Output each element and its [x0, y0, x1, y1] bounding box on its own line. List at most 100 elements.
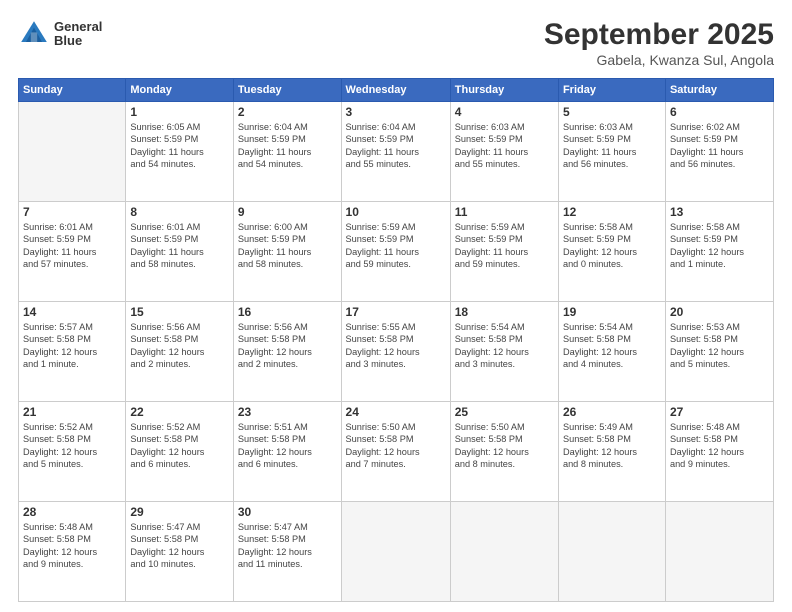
location-subtitle: Gabela, Kwanza Sul, Angola — [544, 52, 774, 68]
day-info: Sunrise: 5:57 AMSunset: 5:58 PMDaylight:… — [23, 321, 121, 371]
weekday-header-sunday: Sunday — [19, 79, 126, 102]
calendar-cell — [19, 102, 126, 202]
calendar-cell: 30Sunrise: 5:47 AMSunset: 5:58 PMDayligh… — [233, 502, 341, 602]
day-number: 4 — [455, 105, 554, 119]
week-row-1: 1Sunrise: 6:05 AMSunset: 5:59 PMDaylight… — [19, 102, 774, 202]
logo-icon — [18, 18, 50, 50]
calendar-cell: 2Sunrise: 6:04 AMSunset: 5:59 PMDaylight… — [233, 102, 341, 202]
day-number: 30 — [238, 505, 337, 519]
day-info: Sunrise: 5:48 AMSunset: 5:58 PMDaylight:… — [670, 421, 769, 471]
calendar-cell: 1Sunrise: 6:05 AMSunset: 5:59 PMDaylight… — [126, 102, 234, 202]
logo: General Blue — [18, 18, 102, 50]
calendar-cell: 28 Sunrise: 5:48 AMSunset: 5:58 PMDayligh… — [19, 502, 126, 602]
day-number: 13 — [670, 205, 769, 219]
calendar-cell: 6 Sunrise: 6:02 AMSunset: 5:59 PMDaylight… — [665, 102, 773, 202]
day-number: 5 — [563, 105, 661, 119]
day-number: 15 — [130, 305, 229, 319]
day-info: Sunrise: 6:03 AMSunset: 5:59 PMDaylight:… — [455, 121, 554, 171]
calendar-cell — [665, 502, 773, 602]
month-title: September 2025 — [544, 18, 774, 52]
calendar-cell: 11 Sunrise: 5:59 AMSunset: 5:59 PMDayligh… — [450, 202, 558, 302]
title-block: September 2025 Gabela, Kwanza Sul, Angol… — [544, 18, 774, 68]
day-number: 12 — [563, 205, 661, 219]
calendar-cell: 8 Sunrise: 6:01 AMSunset: 5:59 PMDaylight… — [126, 202, 234, 302]
day-number: 25 — [455, 405, 554, 419]
week-row-2: 7 Sunrise: 6:01 AMSunset: 5:59 PMDaylight… — [19, 202, 774, 302]
day-number: 7 — [23, 205, 121, 219]
day-info: Sunrise: 5:56 AMSunset: 5:58 PMDaylight:… — [238, 321, 337, 371]
day-info: Sunrise: 5:53 AMSunset: 5:58 PMDaylight:… — [670, 321, 769, 371]
day-number: 3 — [346, 105, 446, 119]
day-info: Sunrise: 5:56 AMSunset: 5:58 PMDaylight:… — [130, 321, 229, 371]
day-info: Sunrise: 6:00 AMSunset: 5:59 PMDaylight:… — [238, 221, 337, 271]
day-info: Sunrise: 5:52 AMSunset: 5:58 PMDaylight:… — [23, 421, 121, 471]
page: General Blue September 2025 Gabela, Kwan… — [0, 0, 792, 612]
day-info: Sunrise: 5:51 AMSunset: 5:58 PMDaylight:… — [238, 421, 337, 471]
calendar-cell: 5Sunrise: 6:03 AMSunset: 5:59 PMDaylight… — [558, 102, 665, 202]
day-number: 9 — [238, 205, 337, 219]
day-info: Sunrise: 6:01 AMSunset: 5:59 PMDaylight:… — [130, 221, 229, 271]
day-info: Sunrise: 5:58 AMSunset: 5:59 PMDaylight:… — [563, 221, 661, 271]
week-row-4: 21Sunrise: 5:52 AMSunset: 5:58 PMDayligh… — [19, 402, 774, 502]
day-number: 29 — [130, 505, 229, 519]
calendar-cell: 21Sunrise: 5:52 AMSunset: 5:58 PMDayligh… — [19, 402, 126, 502]
calendar-cell: 23 Sunrise: 5:51 AMSunset: 5:58 PMDayligh… — [233, 402, 341, 502]
calendar-cell: 19 Sunrise: 5:54 AMSunset: 5:58 PMDayligh… — [558, 302, 665, 402]
calendar-cell: 24Sunrise: 5:50 AMSunset: 5:58 PMDayligh… — [341, 402, 450, 502]
weekday-header-tuesday: Tuesday — [233, 79, 341, 102]
day-number: 27 — [670, 405, 769, 419]
day-number: 8 — [130, 205, 229, 219]
day-number: 23 — [238, 405, 337, 419]
calendar-cell: 9 Sunrise: 6:00 AMSunset: 5:59 PMDaylight… — [233, 202, 341, 302]
day-info: Sunrise: 5:55 AMSunset: 5:58 PMDaylight:… — [346, 321, 446, 371]
day-number: 20 — [670, 305, 769, 319]
day-info: Sunrise: 5:50 AMSunset: 5:58 PMDaylight:… — [455, 421, 554, 471]
day-number: 19 — [563, 305, 661, 319]
calendar-cell — [450, 502, 558, 602]
day-number: 28 — [23, 505, 121, 519]
weekday-header-friday: Friday — [558, 79, 665, 102]
calendar-cell: 12 Sunrise: 5:58 AMSunset: 5:59 PMDayligh… — [558, 202, 665, 302]
day-number: 11 — [455, 205, 554, 219]
calendar-cell: 16 Sunrise: 5:56 AMSunset: 5:58 PMDayligh… — [233, 302, 341, 402]
day-info: Sunrise: 6:02 AMSunset: 5:59 PMDaylight:… — [670, 121, 769, 171]
calendar-cell: 15 Sunrise: 5:56 AMSunset: 5:58 PMDayligh… — [126, 302, 234, 402]
day-number: 17 — [346, 305, 446, 319]
day-info: Sunrise: 5:48 AMSunset: 5:58 PMDaylight:… — [23, 521, 121, 571]
day-info: Sunrise: 5:50 AMSunset: 5:58 PMDaylight:… — [346, 421, 446, 471]
logo-line1: General — [54, 20, 102, 34]
calendar-cell: 13 Sunrise: 5:58 AMSunset: 5:59 PMDayligh… — [665, 202, 773, 302]
calendar-cell: 4 Sunrise: 6:03 AMSunset: 5:59 PMDaylight… — [450, 102, 558, 202]
calendar-cell: 20 Sunrise: 5:53 AMSunset: 5:58 PMDayligh… — [665, 302, 773, 402]
day-info: Sunrise: 5:59 AMSunset: 5:59 PMDaylight:… — [346, 221, 446, 271]
day-number: 26 — [563, 405, 661, 419]
weekday-header-row: SundayMondayTuesdayWednesdayThursdayFrid… — [19, 79, 774, 102]
day-info: Sunrise: 5:54 AMSunset: 5:58 PMDaylight:… — [455, 321, 554, 371]
day-number: 18 — [455, 305, 554, 319]
day-info: Sunrise: 5:58 AMSunset: 5:59 PMDaylight:… — [670, 221, 769, 271]
day-info: Sunrise: 5:59 AMSunset: 5:59 PMDaylight:… — [455, 221, 554, 271]
calendar-table: SundayMondayTuesdayWednesdayThursdayFrid… — [18, 78, 774, 602]
day-number: 14 — [23, 305, 121, 319]
weekday-header-saturday: Saturday — [665, 79, 773, 102]
calendar-cell: 10 Sunrise: 5:59 AMSunset: 5:59 PMDayligh… — [341, 202, 450, 302]
weekday-header-thursday: Thursday — [450, 79, 558, 102]
day-number: 10 — [346, 205, 446, 219]
logo-text: General Blue — [54, 20, 102, 49]
day-number: 16 — [238, 305, 337, 319]
calendar-cell: 29 Sunrise: 5:47 AMSunset: 5:58 PMDayligh… — [126, 502, 234, 602]
header: General Blue September 2025 Gabela, Kwan… — [18, 18, 774, 68]
day-info: Sunrise: 6:05 AMSunset: 5:59 PMDaylight:… — [130, 121, 229, 171]
day-number: 6 — [670, 105, 769, 119]
calendar-cell: 27 Sunrise: 5:48 AMSunset: 5:58 PMDayligh… — [665, 402, 773, 502]
day-info: Sunrise: 5:49 AMSunset: 5:58 PMDaylight:… — [563, 421, 661, 471]
day-info: Sunrise: 5:47 AMSunset: 5:58 PMDaylight:… — [130, 521, 229, 571]
day-info: Sunrise: 5:52 AMSunset: 5:58 PMDaylight:… — [130, 421, 229, 471]
calendar-cell: 26 Sunrise: 5:49 AMSunset: 5:58 PMDayligh… — [558, 402, 665, 502]
calendar-cell — [558, 502, 665, 602]
calendar-cell: 22Sunrise: 5:52 AMSunset: 5:58 PMDayligh… — [126, 402, 234, 502]
calendar-cell: 7Sunrise: 6:01 AMSunset: 5:59 PMDaylight… — [19, 202, 126, 302]
weekday-header-wednesday: Wednesday — [341, 79, 450, 102]
day-number: 2 — [238, 105, 337, 119]
day-info: Sunrise: 5:54 AMSunset: 5:58 PMDaylight:… — [563, 321, 661, 371]
